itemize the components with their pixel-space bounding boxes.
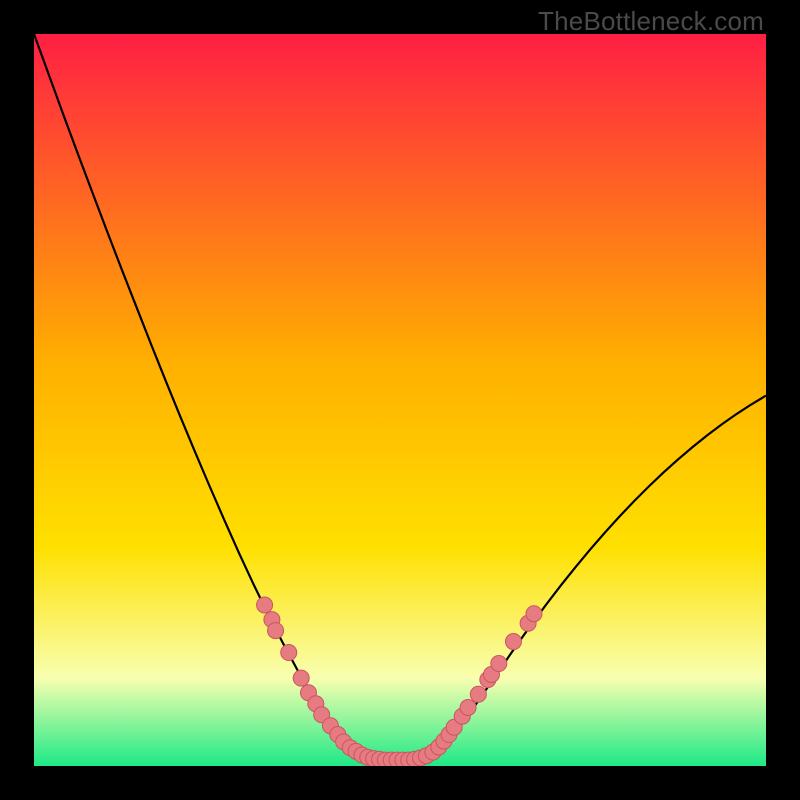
- chart-plot-area: [34, 34, 766, 766]
- data-point-marker: [293, 670, 309, 686]
- data-point-marker: [505, 634, 521, 650]
- chart-svg: [34, 34, 766, 766]
- data-point-marker: [470, 686, 486, 702]
- data-point-marker: [526, 606, 542, 622]
- data-point-marker: [460, 699, 476, 715]
- chart-frame: TheBottleneck.com: [0, 0, 800, 800]
- data-point-marker: [491, 656, 507, 672]
- data-point-marker: [281, 645, 297, 661]
- data-point-marker: [257, 597, 273, 613]
- data-point-marker: [268, 623, 284, 639]
- watermark-text: TheBottleneck.com: [538, 6, 764, 37]
- gradient-background: [34, 34, 766, 766]
